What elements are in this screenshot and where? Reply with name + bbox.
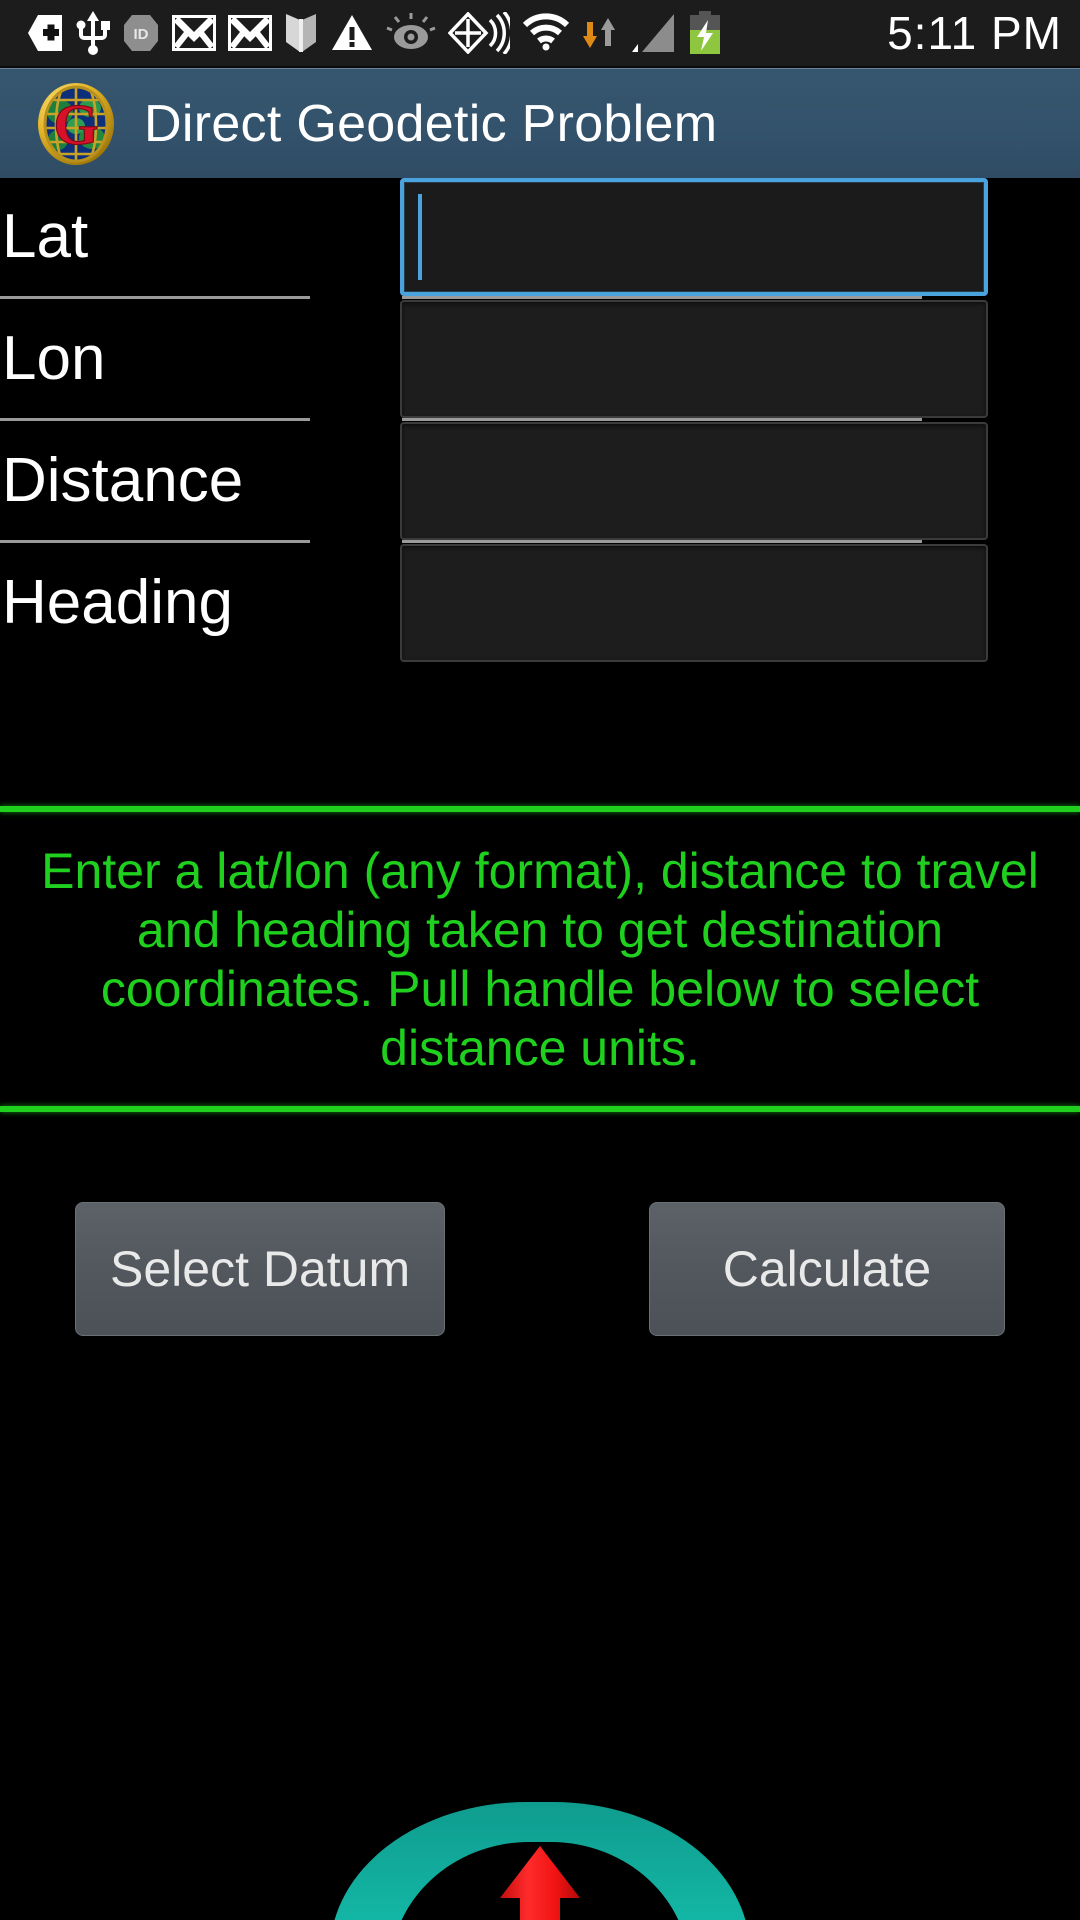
label-heading: Heading xyxy=(2,568,233,637)
svg-text:G: G xyxy=(53,92,98,157)
lat-input[interactable] xyxy=(400,178,988,296)
label-lat: Lat xyxy=(2,202,89,271)
label-cell-lon: Lon xyxy=(0,300,312,418)
wifi-icon xyxy=(522,10,570,56)
instructions-text: Enter a lat/lon (any format), distance t… xyxy=(41,843,1039,1076)
book-icon xyxy=(284,10,318,56)
action-button-bar: Select Datum Calculate xyxy=(0,1202,1080,1336)
cellular-signal-icon xyxy=(630,10,676,56)
divider-left-segment xyxy=(0,418,310,421)
divider-left-segment xyxy=(0,296,310,299)
form-row-lat: Lat xyxy=(0,178,1080,296)
svg-text:ID: ID xyxy=(134,26,149,43)
divider-right-segment xyxy=(402,540,922,543)
app-title-bar: G Direct Geodetic Problem xyxy=(0,68,1080,178)
usb-icon xyxy=(76,10,110,56)
gmail-icon-2 xyxy=(228,10,272,56)
label-cell-lat: Lat xyxy=(0,178,312,296)
sd-card-plus-icon xyxy=(26,10,64,56)
data-transfer-icon xyxy=(582,10,618,56)
gmail-icon-1 xyxy=(172,10,216,56)
globe-g-logo-icon: G xyxy=(34,82,118,166)
label-cell-distance: Distance xyxy=(0,422,312,540)
pull-handle-units-drawer[interactable] xyxy=(0,1790,1080,1920)
bottom-green-divider xyxy=(0,1106,1080,1112)
instructions-panel: Enter a lat/lon (any format), distance t… xyxy=(0,806,1080,1112)
label-distance: Distance xyxy=(2,446,244,515)
calculate-button[interactable]: Calculate xyxy=(649,1202,1005,1336)
distance-input[interactable] xyxy=(400,422,988,540)
divider-right-segment xyxy=(402,296,922,299)
label-lon: Lon xyxy=(2,324,106,393)
input-cell-distance xyxy=(312,422,1080,540)
text-caret xyxy=(418,194,422,280)
form-row-distance: Distance xyxy=(0,422,1080,540)
status-bar-icon-group: ID xyxy=(0,10,887,56)
divider-left-segment xyxy=(0,540,310,543)
status-bar-clock: 5:11 PM xyxy=(887,7,1062,59)
form-row-lon: Lon xyxy=(0,300,1080,418)
status-bar[interactable]: ID 5:11 PM xyxy=(0,0,1080,68)
input-cell-lat xyxy=(312,178,1080,296)
geodetic-input-form: Lat Lon Distance Heading xyxy=(0,178,1080,662)
input-cell-heading xyxy=(312,544,1080,662)
select-datum-button[interactable]: Select Datum xyxy=(75,1202,446,1336)
input-cell-lon xyxy=(312,300,1080,418)
divider-right-segment xyxy=(402,418,922,421)
bluetooth-nfc-icon xyxy=(448,10,510,56)
battery-charging-icon xyxy=(688,10,722,56)
eye-icon xyxy=(386,10,436,56)
heading-input[interactable] xyxy=(400,544,988,662)
id-badge-icon: ID xyxy=(122,10,160,56)
label-cell-heading: Heading xyxy=(0,544,312,662)
page-title: Direct Geodetic Problem xyxy=(144,94,718,153)
form-row-heading: Heading xyxy=(0,544,1080,662)
lon-input[interactable] xyxy=(400,300,988,418)
warning-triangle-icon xyxy=(330,10,374,56)
